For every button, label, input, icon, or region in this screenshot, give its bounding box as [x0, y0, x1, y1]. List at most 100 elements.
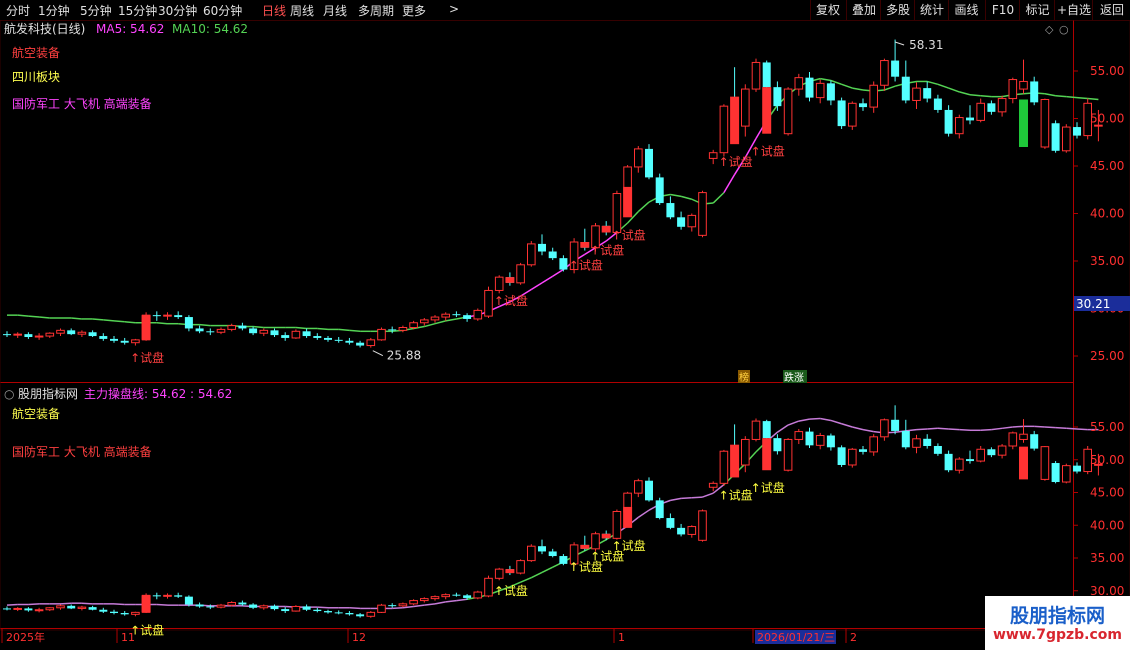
period-1[interactable]: 1分钟 — [38, 2, 70, 19]
main-signal-label-4: ↑试盘 — [612, 227, 646, 242]
sub-candle-77 — [826, 435, 835, 448]
toolbar-button-8[interactable]: 返回 — [1092, 0, 1130, 20]
main-ytick-3: 40.00 — [1090, 207, 1124, 221]
period-9[interactable]: 多周期 — [358, 2, 394, 19]
sub-ma-seg-33 — [349, 607, 361, 610]
sub-candle-73 — [783, 438, 793, 471]
main-candle-27 — [291, 330, 301, 339]
toolbar-button-0[interactable]: 复权 — [810, 0, 845, 20]
sub-candle-74 — [794, 431, 804, 440]
sub-candle-33 — [356, 614, 365, 617]
main-candle-74 — [794, 77, 804, 90]
main-ma-seg-32 — [338, 328, 350, 332]
main-candle-87 — [933, 98, 942, 110]
more-arrow-icon[interactable]: > — [449, 2, 459, 16]
sub-ma-seg-11 — [113, 603, 125, 606]
sub-ytick-1: 50.00 — [1090, 453, 1124, 467]
main-candle-49 — [527, 243, 536, 266]
sub-ma-seg-1 — [6, 603, 18, 606]
sub-candle-93 — [997, 445, 1007, 456]
main-ma-seg-89 — [948, 87, 960, 93]
low-label: 25.88 — [387, 349, 421, 363]
sub-candle-69 — [741, 438, 750, 466]
main-candle-4 — [45, 332, 55, 337]
period-2[interactable]: 5分钟 — [80, 2, 112, 19]
sub-signal-bar-6 — [762, 438, 772, 471]
period-10[interactable]: 更多 — [402, 2, 426, 19]
main-ytick-0: 55.00 — [1090, 64, 1124, 78]
date-label-0: 2025年 — [6, 630, 45, 644]
sub-candle-14 — [152, 595, 161, 597]
sub-ma-seg-73 — [776, 424, 789, 433]
date-label-2: 12 — [352, 631, 366, 644]
sub-candle-16 — [174, 595, 183, 597]
sub-ma-seg-89 — [948, 428, 960, 431]
period-8[interactable]: 月线 — [323, 2, 347, 19]
date-label-1: 11 — [121, 631, 135, 644]
main-note-1: 四川板块 — [12, 70, 60, 84]
main-candle-76 — [815, 82, 825, 99]
stock-chart: ↑试盘↑试盘↑试盘↑试盘↑试盘↑试盘↑试盘 ↑试盘↑试盘↑试盘↑试盘↑试盘↑试盘… — [0, 20, 1130, 644]
sub-ytick-4: 35.00 — [1090, 551, 1124, 565]
sub-signal-bar-3 — [601, 533, 611, 539]
main-candle-2 — [24, 334, 33, 337]
main-candle-59 — [634, 148, 643, 168]
sub-ytick-0: 55.00 — [1090, 420, 1124, 434]
main-candle-60 — [645, 148, 653, 178]
sub-ma-seg-51 — [541, 566, 554, 574]
toolbar-button-2[interactable]: 多股 — [880, 0, 915, 20]
sub-ytick-3: 40.00 — [1090, 518, 1124, 532]
sub-candle-94 — [1008, 432, 1018, 447]
main-candle-52 — [559, 258, 568, 270]
ma5-label: MA5: 54.62 — [96, 22, 164, 36]
sub-ma-seg-60 — [637, 509, 650, 519]
main-signal-bar-6 — [762, 87, 772, 134]
sub-ma-seg-43 — [456, 598, 468, 602]
main-note-0: 航空装备 — [12, 45, 60, 60]
main-candle-11 — [120, 340, 129, 343]
sub-candle-18 — [195, 604, 204, 607]
period-3[interactable]: 15分钟 — [118, 2, 157, 19]
main-candle-50 — [538, 243, 546, 252]
period-6[interactable]: 日线 — [262, 2, 286, 19]
toolbar-button-3[interactable]: 统计 — [914, 0, 949, 20]
main-signal-bar-5 — [730, 96, 740, 145]
sub-candle-22 — [238, 602, 247, 605]
main-ma-seg-33 — [349, 329, 361, 333]
main-candle-63 — [677, 217, 686, 227]
main-candle-10 — [110, 338, 118, 341]
sub-candle-15 — [163, 594, 172, 597]
toolbar-button-7[interactable]: +自选 — [1054, 0, 1093, 20]
sub-candle-63 — [677, 527, 686, 535]
sub-signal-label-5: ↑试盘 — [719, 487, 753, 502]
main-ma-seg-63 — [670, 193, 682, 198]
toolbar-button-6[interactable]: 标记 — [1019, 0, 1055, 20]
period-5[interactable]: 60分钟 — [203, 2, 242, 19]
period-4[interactable]: 30分钟 — [158, 2, 197, 19]
period-7[interactable]: 周线 — [290, 2, 314, 19]
main-ma-seg-99 — [1055, 94, 1067, 98]
sub-ytick-2: 45.00 — [1090, 486, 1124, 500]
main-candle-100 — [1073, 127, 1081, 136]
sub-candle-72 — [773, 438, 782, 452]
sub-candle-1 — [13, 607, 22, 610]
main-candle-25 — [270, 330, 279, 336]
sub-ma-seg-99 — [1055, 426, 1067, 430]
main-candle-9 — [99, 336, 108, 339]
main-ma-seg-41 — [434, 320, 446, 325]
toolbar-button-4[interactable]: 画线 — [948, 0, 984, 20]
toolbar-button-1[interactable]: 叠加 — [846, 0, 881, 20]
sub-candle-83 — [891, 419, 900, 431]
main-candle-92 — [987, 103, 996, 112]
sub-candle-30 — [324, 611, 332, 613]
badge-1: 跌涨 — [784, 371, 804, 384]
watermark-name: 股朋指标网 — [1009, 605, 1105, 627]
main-candle-35 — [377, 328, 386, 341]
sub-signal-label-0: ↑试盘 — [130, 622, 164, 637]
toolbar-button-5[interactable]: F10 — [985, 0, 1020, 20]
period-0[interactable]: 分时 — [6, 2, 30, 19]
sub-ma-seg-38 — [402, 605, 414, 609]
sub-candle-44 — [473, 591, 483, 599]
main-ma-seg-52 — [552, 268, 564, 277]
main-candle-40 — [430, 316, 440, 321]
